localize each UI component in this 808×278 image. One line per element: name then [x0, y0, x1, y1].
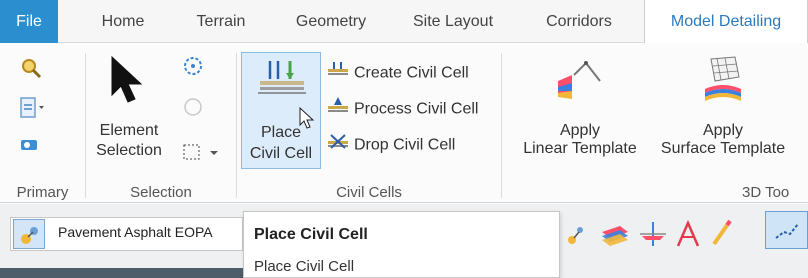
process-civil-cell-label: Process Civil Cell	[354, 100, 479, 118]
active-tool-button[interactable]	[765, 211, 808, 249]
group-label-selection: Selection	[130, 184, 192, 201]
ribbon-tab-bar: File Home Terrain Geometry Site Layout C…	[0, 0, 808, 44]
process-civil-cell-button[interactable]: Process Civil Cell	[327, 96, 478, 122]
place-civil-cell-label-1: Place	[260, 124, 302, 141]
place-civil-cell-button[interactable]: Place Civil Cell	[241, 52, 321, 169]
document-icon[interactable]	[19, 96, 45, 125]
element-selection-label-2[interactable]: Selection	[91, 141, 167, 161]
group-selection: Element Selection Selection	[86, 43, 236, 203]
fence-circle-icon[interactable]	[182, 55, 204, 82]
tab-geometry[interactable]: Geometry	[286, 0, 376, 43]
drop-civil-cell-icon	[327, 132, 349, 159]
apply-linear-template-button[interactable]: Apply Linear Template	[514, 55, 646, 165]
drop-civil-cell-button[interactable]: Drop Civil Cell	[327, 132, 455, 158]
view-strip	[0, 268, 243, 278]
apply-surface-template-button[interactable]: Apply Surface Template	[650, 55, 796, 165]
process-civil-cell-icon	[327, 96, 349, 123]
apply-surface-template-label-2: Surface Template	[660, 140, 786, 157]
tab-site-layout[interactable]: Site Layout	[405, 0, 501, 43]
apply-linear-template-label-1: Apply	[559, 122, 601, 139]
line-string-icon	[774, 218, 800, 247]
create-civil-cell-button[interactable]: Create Civil Cell	[327, 60, 469, 86]
circle-select-icon[interactable]	[182, 96, 204, 123]
apply-linear-template-label-2: Linear Template	[523, 140, 637, 157]
magnifier-icon[interactable]	[19, 56, 43, 85]
group-label-3d-tools: 3D Too	[742, 184, 790, 201]
cross-section-icon[interactable]	[638, 220, 668, 253]
group-label-civil-cells: Civil Cells	[336, 184, 402, 201]
group-label-primary: Primary	[16, 184, 69, 201]
create-civil-cell-label: Create Civil Cell	[354, 64, 469, 82]
tooltip-title: Place Civil Cell	[254, 226, 368, 243]
tooltip-description: Place Civil Cell	[254, 258, 355, 275]
drop-civil-cell-label: Drop Civil Cell	[354, 136, 456, 154]
group-primary: Primary	[0, 43, 85, 203]
tab-home[interactable]: Home	[90, 0, 156, 43]
box-select-icon[interactable]	[182, 141, 222, 168]
feature-pick-icon	[19, 224, 41, 251]
layers-icon[interactable]	[19, 135, 43, 160]
tab-model-detailing[interactable]: Model Detailing	[644, 0, 808, 44]
survey-points-icon[interactable]	[564, 222, 590, 253]
tooltip: Place Civil Cell Place Civil Cell	[243, 211, 560, 278]
civil-cell-icon	[256, 57, 308, 104]
feature-definition-button[interactable]	[13, 219, 45, 249]
arrow-cursor-icon[interactable]	[108, 55, 144, 110]
feature-definition-value: Pavement Asphalt EOPA	[58, 224, 213, 240]
tab-file[interactable]: File	[0, 0, 58, 43]
create-civil-cell-icon	[327, 60, 349, 87]
tab-corridors[interactable]: Corridors	[536, 0, 622, 43]
surface-template-icon	[701, 55, 745, 110]
vertical-alignment-icon[interactable]	[674, 219, 702, 253]
apply-surface-template-label-1: Apply	[702, 122, 744, 139]
layered-surface-icon[interactable]	[600, 222, 630, 253]
place-civil-cell-label-2: Civil Cell	[249, 145, 313, 162]
element-selection-label-1: Element	[99, 122, 159, 139]
tab-terrain[interactable]: Terrain	[185, 0, 257, 43]
pencil-icon[interactable]	[708, 218, 734, 253]
linear-template-icon	[556, 59, 606, 108]
ribbon-panel: Primary Element Selection Selection Civi…	[0, 43, 808, 203]
